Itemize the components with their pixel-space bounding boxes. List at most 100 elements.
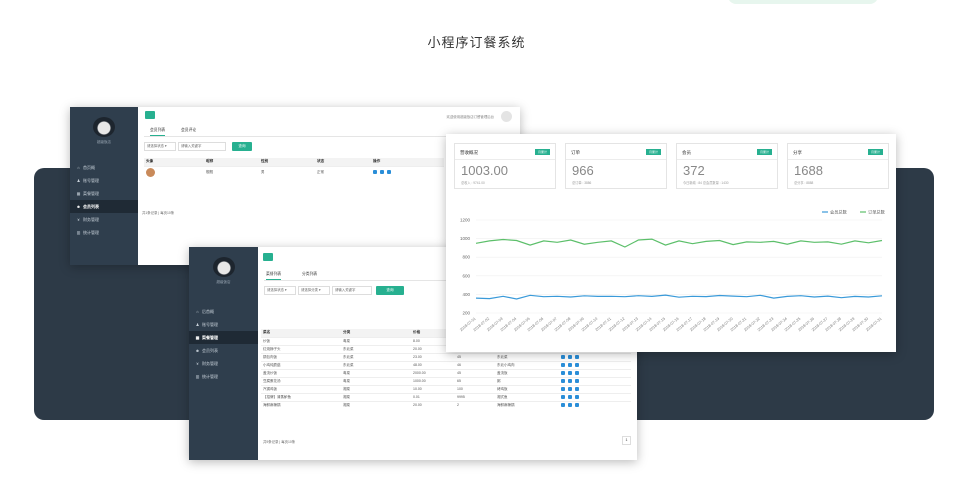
cell-cat: 湘菜	[341, 384, 411, 393]
tab-category-list[interactable]: 分类列表	[302, 272, 317, 277]
column-header: 操作	[371, 158, 444, 166]
view-icon[interactable]	[561, 394, 565, 399]
logo	[93, 117, 115, 137]
delete-icon[interactable]	[575, 354, 579, 359]
cell-name: 豆腐蛋花汤	[261, 376, 341, 385]
tab-member-list[interactable]: 会员列表	[150, 128, 166, 136]
delete-icon[interactable]	[575, 386, 579, 391]
sidebar-item-0[interactable]: ⌂ 后首概	[189, 305, 258, 318]
view-icon[interactable]	[561, 362, 565, 367]
sidebar-item-label: 菜餐管理	[83, 191, 99, 196]
status-select[interactable]: 请选择状态 ▾	[144, 142, 176, 151]
card-tag: 月累计	[534, 149, 550, 155]
pagination-page[interactable]: 1	[622, 436, 631, 445]
sidebar-item-4[interactable]: ¥ 财务管理	[189, 357, 258, 370]
sidebar-item-5[interactable]: ▥ 统计管理	[189, 370, 258, 383]
delete-icon[interactable]	[575, 370, 579, 375]
tab-member-comments[interactable]: 会员评论	[181, 128, 196, 133]
sidebar-item-label: 账号管理	[202, 322, 218, 327]
home-button[interactable]	[145, 111, 155, 119]
view-icon[interactable]	[373, 170, 377, 174]
sidebar-item-1[interactable]: ♟ 账号管理	[70, 174, 138, 187]
delete-icon[interactable]	[575, 402, 579, 407]
edit-icon[interactable]	[568, 402, 572, 407]
edit-icon[interactable]	[568, 362, 572, 367]
card-value: 1688	[794, 163, 823, 178]
sidebar-menu: ⌂ 后首概 ♟ 账号管理 ▦ 菜餐管理 ☻ 会员列表 ¥ 财务管理 ▥ 统计管理	[189, 305, 258, 383]
sidebar-item-label: 账号管理	[83, 178, 99, 183]
delete-icon[interactable]	[575, 362, 579, 367]
category-select[interactable]: 请选择分类 ▾	[298, 286, 330, 295]
card-value: 372	[683, 163, 705, 178]
card-divider	[677, 159, 777, 160]
sidebar-item-5[interactable]: ▥ 统计管理	[70, 226, 138, 239]
view-icon[interactable]	[561, 370, 565, 375]
cell-cat: 粤菜	[341, 376, 411, 385]
cell-price: 20.00	[411, 400, 455, 409]
edit-icon[interactable]	[568, 394, 572, 399]
series-line	[475, 294, 883, 300]
series-line	[475, 238, 883, 248]
sidebar: 超级饭店 ⌂ 首页概 ♟ 账号管理 ▦ 菜餐管理 ☻ 会员列表 ¥ 财务管理 ▥ 统计管理	[70, 107, 138, 265]
view-icon[interactable]	[561, 354, 565, 359]
greeting-text: 欢迎使用超级饭店订餐管理后台	[446, 115, 494, 119]
view-icon[interactable]	[561, 402, 565, 407]
edit-icon[interactable]	[568, 370, 572, 375]
delete-icon[interactable]	[387, 170, 391, 174]
delete-icon[interactable]	[575, 378, 579, 383]
home-button[interactable]	[263, 253, 273, 261]
sidebar-item-0[interactable]: ⌂ 首页概	[70, 161, 138, 174]
y-tick-label: 400	[462, 292, 470, 297]
table-row: 汽锅鸡饭 湘菜 10.00 100 烤鸡饭	[261, 384, 631, 393]
sidebar-item-1[interactable]: ♟ 账号管理	[189, 318, 258, 331]
column-header: 昵称	[204, 158, 259, 166]
dashboard-window: 营收概况 月累计 1003.00 总收入 : 9741.00 订单 月累计 966 总订单 :…	[446, 134, 896, 352]
cell-sort: 海鲜麻辣锅	[495, 400, 559, 409]
legend-label: 会员总数	[830, 209, 848, 216]
view-icon[interactable]	[561, 386, 565, 391]
edit-icon[interactable]	[568, 354, 572, 359]
y-tick-label: 600	[462, 273, 470, 278]
cell-sort: 东北小鸡肉	[495, 360, 559, 369]
table-row: 盖浇炒饭 粤菜 2000.00 45 盖浇饭	[261, 368, 631, 377]
row-actions	[559, 352, 631, 361]
promo-stage: { "headline": "小程序订餐系统", "colors": { "ac…	[0, 0, 953, 495]
edit-icon[interactable]	[380, 170, 384, 174]
search-input[interactable]: 请输入关键字	[332, 286, 372, 295]
cell-sort: 东北菜	[495, 352, 559, 361]
status-select[interactable]: 请选择状态 ▾	[264, 286, 296, 295]
sidebar-item-2[interactable]: ▦ 菜餐管理	[189, 331, 258, 344]
gender-cell: 男	[259, 165, 315, 179]
column-header: 头像	[144, 158, 204, 166]
table-row: 海鲜麻辣锅 湘菜 20.00 2 海鲜麻辣锅	[261, 400, 631, 409]
tab-dish-list[interactable]: 菜餐列表	[266, 272, 282, 280]
line-chart-svg: 200400600800100012002018-07-012018-07-02…	[459, 209, 885, 333]
sidebar-item-2[interactable]: ▦ 菜餐管理	[70, 187, 138, 200]
row-actions	[559, 384, 631, 393]
cell-price: 1000.00	[411, 376, 455, 385]
cell-name: 盖浇炒饭	[261, 368, 341, 377]
sidebar-menu: ⌂ 首页概 ♟ 账号管理 ▦ 菜餐管理 ☻ 会员列表 ¥ 财务管理 ▥ 统计管理	[70, 161, 138, 239]
sidebar-item-3[interactable]: ☻ 会员列表	[70, 200, 138, 213]
delete-icon[interactable]	[575, 394, 579, 399]
query-button[interactable]: 查询	[232, 142, 252, 151]
card-tag: 月累计	[867, 149, 883, 155]
avatar[interactable]	[501, 111, 512, 122]
sidebar-item-3[interactable]: ☻ 会员列表	[189, 344, 258, 357]
cell-name: 红烧狮子头	[261, 344, 341, 353]
card-title: 分享	[793, 150, 802, 155]
home-icon: ⌂	[77, 165, 80, 170]
column-header: 分类	[341, 329, 411, 337]
query-button[interactable]: 查询	[376, 286, 404, 295]
cell-name: 【招牌】清蒸鲈鱼	[261, 392, 341, 401]
view-icon[interactable]	[561, 378, 565, 383]
sidebar-item-4[interactable]: ¥ 财务管理	[70, 213, 138, 226]
edit-icon[interactable]	[568, 378, 572, 383]
card-divider	[455, 159, 555, 160]
cell-stock: 65	[455, 376, 495, 385]
table-row: 【招牌】清蒸鲈鱼 湘菜 0.01 9995 湘式鱼	[261, 392, 631, 401]
search-input[interactable]: 请输入关键字	[178, 142, 226, 151]
avatar-cell	[144, 165, 204, 179]
edit-icon[interactable]	[568, 386, 572, 391]
column-header: 性别	[259, 158, 315, 166]
